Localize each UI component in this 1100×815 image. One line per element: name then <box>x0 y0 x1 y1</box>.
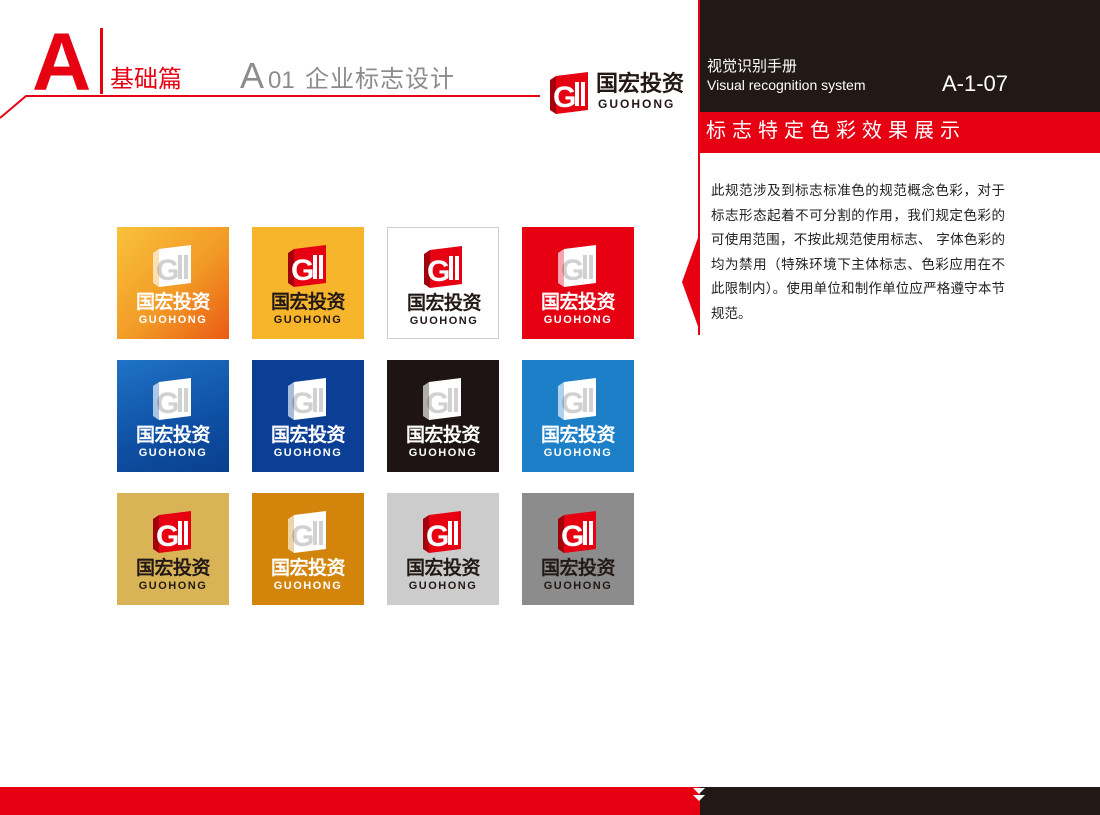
header-divider <box>100 28 103 94</box>
gh-logo-mark-icon: G <box>550 72 588 114</box>
logo-swatch-red: G 国宏投资 GUOHONG <box>522 227 634 339</box>
svg-text:G: G <box>291 387 314 420</box>
gh-logo-mark-icon: G <box>288 378 326 420</box>
svg-text:G: G <box>561 387 584 420</box>
svg-text:G: G <box>291 520 314 553</box>
gh-logo-mark-icon: G <box>288 245 326 287</box>
logo-name-cn: 国宏投资 <box>405 557 481 579</box>
page-code-letter: A <box>240 55 265 96</box>
logo-swatch-gold: G 国宏投资 GUOHONG <box>117 493 229 605</box>
logo-name-en: GUOHONG <box>409 315 479 327</box>
chevron-down-icon <box>693 788 705 801</box>
footer-dark-bar <box>700 787 1100 815</box>
section-letter: A <box>32 17 91 108</box>
logo-name-en: GUOHONG <box>543 447 613 459</box>
logo-name-cn: 国宏投资 <box>270 291 346 313</box>
logo-swatch-navy: G 国宏投资 GUOHONG <box>252 360 364 472</box>
logo-swatch-blue-gradient: G 国宏投资 GUOHONG <box>117 360 229 472</box>
page-code-number: 01 <box>268 67 295 94</box>
logo-name-en: GUOHONG <box>138 580 208 592</box>
logo-swatch-light-grey: G 国宏投资 GUOHONG <box>387 493 499 605</box>
gh-logo-mark-icon: G <box>558 245 596 287</box>
logo-name-cn: 国宏投资 <box>540 291 616 313</box>
manual-title-cn: 视觉识别手册 <box>707 57 798 75</box>
gh-logo-mark-icon: G <box>153 511 191 553</box>
logo-name-en: GUOHONG <box>273 447 343 459</box>
logo-swatch-amber: G 国宏投资 GUOHONG <box>252 493 364 605</box>
logo-name-cn: 国宏投资 <box>406 292 482 314</box>
svg-text:G: G <box>426 520 449 553</box>
logo-name-cn: 国宏投资 <box>405 424 481 446</box>
logo-name-cn: 国宏投资 <box>540 557 616 579</box>
manual-title-en: Visual recognition system <box>707 77 866 93</box>
section-subtitle: 标志特定色彩效果展示 <box>706 118 966 142</box>
footer-red-bar <box>0 787 700 815</box>
page-id: A-1-07 <box>942 71 1009 96</box>
logo-swatch-orange-gradient: G 国宏投资 GUOHONG <box>117 227 229 339</box>
gh-logo-mark-icon: G <box>424 246 462 288</box>
gh-logo-mark-icon: G <box>423 511 461 553</box>
pointer-triangle-icon <box>682 232 700 332</box>
logo-name-en: GUOHONG <box>138 447 208 459</box>
svg-text:G: G <box>156 254 179 287</box>
svg-text:G: G <box>426 387 449 420</box>
svg-text:G: G <box>156 387 179 420</box>
page-title: 企业标志设计 <box>305 65 455 93</box>
logo-name-en: GUOHONG <box>273 580 343 592</box>
logo-name-en: GUOHONG <box>598 97 676 111</box>
logo-name-cn: 国宏投资 <box>540 424 616 446</box>
logo-name-en: GUOHONG <box>273 314 343 326</box>
logo-name-en: GUOHONG <box>543 314 613 326</box>
gh-logo-mark-icon: G <box>153 378 191 420</box>
logo-name-cn: 国宏投资 <box>596 72 685 97</box>
svg-text:G: G <box>553 81 576 114</box>
section-label: 基础篇 <box>110 65 182 93</box>
svg-text:G: G <box>427 255 450 288</box>
gh-logo-mark-icon: G <box>288 511 326 553</box>
svg-text:G: G <box>561 254 584 287</box>
logo-swatch-black: G 国宏投资 GUOHONG <box>387 360 499 472</box>
header-logo: G 国宏投资 GUOHONG <box>548 70 698 116</box>
logo-swatch-yellow: G 国宏投资 GUOHONG <box>252 227 364 339</box>
logo-name-en: GUOHONG <box>408 447 478 459</box>
logo-name-cn: 国宏投资 <box>270 557 346 579</box>
svg-text:G: G <box>156 520 179 553</box>
logo-name-cn: 国宏投资 <box>135 291 211 313</box>
svg-text:G: G <box>561 520 584 553</box>
logo-swatch-azure: G 国宏投资 GUOHONG <box>522 360 634 472</box>
logo-name-cn: 国宏投资 <box>135 557 211 579</box>
svg-text:G: G <box>291 254 314 287</box>
gh-logo-mark-icon: G <box>558 511 596 553</box>
gh-logo-mark-icon: G <box>423 378 461 420</box>
gh-logo-mark-icon: G <box>153 245 191 287</box>
logo-swatch-grey: G 国宏投资 GUOHONG <box>522 493 634 605</box>
gh-logo-mark-icon: G <box>558 378 596 420</box>
logo-name-en: GUOHONG <box>408 580 478 592</box>
logo-name-en: GUOHONG <box>138 314 208 326</box>
logo-name-en: GUOHONG <box>543 580 613 592</box>
logo-name-cn: 国宏投资 <box>135 424 211 446</box>
logo-swatch-white: G 国宏投资 GUOHONG <box>387 227 499 339</box>
logo-name-cn: 国宏投资 <box>270 424 346 446</box>
description-text: 此规范涉及到标志标准色的规范概念色彩，对于标志形态起着不可分割的作用，我们规定色… <box>711 183 1005 322</box>
